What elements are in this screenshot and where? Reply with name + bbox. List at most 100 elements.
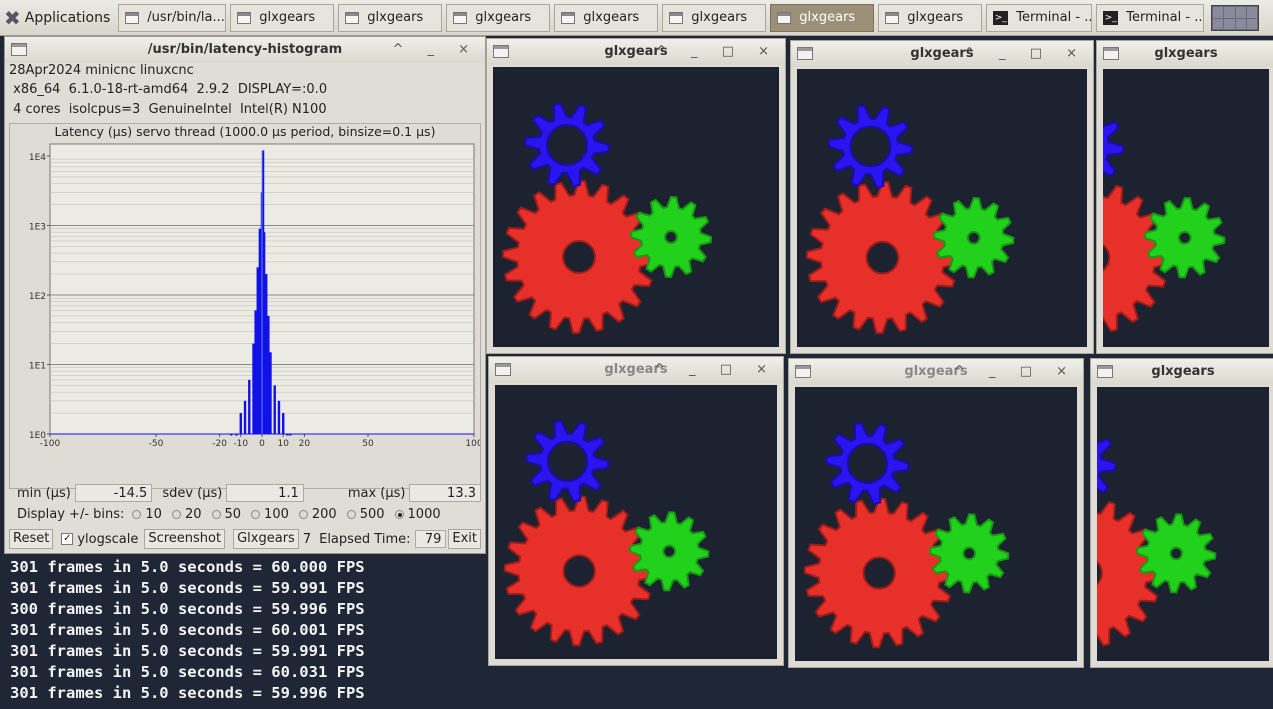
window-icon bbox=[669, 11, 684, 24]
glxgears-canvas bbox=[1097, 387, 1269, 661]
terminal-output: 301 frames in 5.0 seconds = 60.000 FPS 30… bbox=[10, 557, 365, 704]
terminal-icon: >_ bbox=[993, 10, 1009, 25]
histogram-bar bbox=[277, 400, 281, 434]
window-controls[interactable]: ^ _ × bbox=[392, 37, 479, 63]
exit-button[interactable]: Exit bbox=[448, 529, 481, 549]
ylogscale-label: ylogscale bbox=[77, 531, 139, 547]
glxgears-canvas bbox=[797, 69, 1087, 347]
applications-menu-button[interactable]: ✖ Applications bbox=[0, 3, 114, 33]
bins-option-20[interactable]: 20 bbox=[164, 507, 202, 522]
window-menu-icon[interactable] bbox=[797, 47, 813, 60]
taskbar-button-3[interactable]: glxgears bbox=[338, 3, 443, 32]
blue-gear bbox=[827, 104, 914, 189]
glxgears-titlebar[interactable]: glxgears ^ _ □ × bbox=[791, 41, 1093, 67]
latency-histogram-chart: 1E41E31E21E11E0-100-50-20-100102050100 bbox=[29, 143, 483, 449]
bins-option-500[interactable]: 500 bbox=[339, 507, 385, 522]
window-menu-icon[interactable] bbox=[1097, 365, 1113, 378]
bins-option-200[interactable]: 200 bbox=[291, 507, 337, 522]
taskbar-button-4[interactable]: glxgears bbox=[446, 3, 551, 32]
y-tick-label: 1E1 bbox=[29, 362, 46, 372]
screenshot-button[interactable]: Screenshot bbox=[144, 529, 226, 549]
elapsed-time-field: 79 bbox=[414, 530, 447, 548]
taskbar-button-5[interactable]: glxgears bbox=[554, 3, 659, 32]
system-kernel-info: x86_64 6.1.0-18-rt-amd64 2.9.2 DISPLAY=:… bbox=[9, 82, 328, 97]
glxgears-titlebar[interactable]: glxgears ^ _ □ × bbox=[489, 357, 783, 383]
x-tick-label: 0 bbox=[259, 439, 265, 449]
window-controls[interactable]: ^ _ □ × bbox=[964, 41, 1087, 67]
window-controls[interactable]: ^ _ □ × bbox=[656, 39, 779, 65]
window-menu-icon[interactable] bbox=[11, 43, 27, 56]
taskbar-button-10[interactable]: >_ Terminal - ... bbox=[1096, 3, 1205, 32]
histogram-plot-frame: Latency (µs) servo thread (1000.0 µs per… bbox=[9, 123, 483, 489]
taskbar-button-8[interactable]: glxgears bbox=[878, 3, 983, 32]
taskbar-button-6[interactable]: glxgears bbox=[662, 3, 767, 32]
radio-icon bbox=[211, 510, 221, 519]
window-icon bbox=[453, 11, 468, 24]
glxgears-button[interactable]: Glxgears bbox=[233, 529, 299, 549]
x-tick-label: -100 bbox=[40, 439, 61, 449]
window-menu-icon[interactable] bbox=[495, 363, 511, 376]
window-menu-icon[interactable] bbox=[1103, 47, 1119, 60]
window-menu-icon[interactable] bbox=[493, 45, 509, 58]
terminal-line: 300 frames in 5.0 seconds = 59.996 FPS bbox=[10, 600, 365, 618]
blue-gear bbox=[1097, 437, 1117, 494]
terminal-line: 301 frames in 5.0 seconds = 59.991 FPS bbox=[10, 642, 365, 660]
taskbar-button-label: Terminal - ... bbox=[1126, 10, 1205, 25]
x-tick-label: -10 bbox=[233, 439, 248, 449]
radio-icon bbox=[298, 510, 308, 519]
bins-option-100[interactable]: 100 bbox=[243, 507, 289, 522]
glxgears-titlebar[interactable]: glxgears bbox=[1097, 41, 1273, 67]
radio-icon bbox=[132, 510, 142, 519]
radio-icon bbox=[346, 510, 356, 519]
workspace-pager[interactable] bbox=[1211, 5, 1259, 31]
elapsed-time-label: Elapsed Time: bbox=[319, 531, 411, 547]
system-cpu-info: 4 cores isolcpus=3 GenuineIntel Intel(R)… bbox=[9, 102, 327, 117]
taskbar-button-9[interactable]: >_ Terminal - ... bbox=[986, 3, 1093, 32]
stats-row: min (µs) -14.5 sdev (µs) 1.1 max (µs) 13… bbox=[9, 484, 481, 502]
taskbar-button-7[interactable]: glxgears bbox=[770, 3, 875, 32]
y-tick-label: 1E2 bbox=[29, 292, 46, 302]
gears-render bbox=[1097, 437, 1217, 647]
histogram-bar bbox=[256, 267, 259, 434]
radio-icon bbox=[171, 510, 181, 519]
blue-gear bbox=[525, 419, 610, 504]
y-tick-label: 1E4 bbox=[29, 153, 46, 163]
glxgears-titlebar[interactable]: glxgears ^ _ □ × bbox=[487, 39, 785, 65]
min-label: min (µs) bbox=[17, 485, 71, 501]
taskbar-button-label: glxgears bbox=[691, 10, 748, 25]
glxgears-window-4: glxgears ^ _ □ × bbox=[488, 356, 784, 666]
histogram-titlebar[interactable]: /usr/bin/latency-histogram ^ _ × bbox=[5, 37, 485, 63]
histogram-bar bbox=[248, 379, 251, 434]
applications-label: Applications bbox=[24, 9, 111, 26]
glxgears-window-1: glxgears ^ _ □ × bbox=[486, 38, 786, 354]
blue-gear bbox=[523, 102, 611, 188]
bins-option-label: 50 bbox=[224, 507, 242, 522]
gears-render bbox=[805, 104, 1015, 335]
bins-option-50[interactable]: 50 bbox=[204, 507, 242, 522]
ylogscale-checkbox[interactable]: ✓ ylogscale bbox=[61, 532, 138, 547]
bins-option-label: 10 bbox=[145, 507, 162, 522]
window-controls[interactable]: ^ _ □ × bbox=[654, 357, 777, 383]
glxgears-canvas bbox=[795, 387, 1077, 661]
x-tick-label: 100 bbox=[465, 439, 480, 449]
glxgears-titlebar[interactable]: glxgears bbox=[1091, 359, 1273, 385]
histogram-bar bbox=[239, 413, 242, 434]
radio-icon bbox=[394, 510, 404, 519]
window-controls[interactable]: ^ _ □ × bbox=[954, 359, 1077, 385]
window-menu-icon[interactable] bbox=[795, 365, 811, 378]
taskbar-button-1[interactable]: /usr/bin/la... bbox=[118, 3, 227, 32]
x-tick-label: 10 bbox=[277, 439, 289, 449]
reset-button[interactable]: Reset bbox=[9, 529, 54, 549]
blue-gear bbox=[825, 421, 910, 506]
glxgears-window-2: glxgears ^ _ □ × bbox=[790, 40, 1094, 354]
bins-option-10[interactable]: 10 bbox=[124, 507, 162, 522]
bins-option-1000[interactable]: 1000 bbox=[387, 507, 441, 522]
window-icon bbox=[345, 11, 360, 24]
glxgears-titlebar[interactable]: glxgears ^ _ □ × bbox=[789, 359, 1083, 385]
taskbar-button-label: /usr/bin/la... bbox=[147, 10, 225, 25]
window-icon bbox=[237, 11, 252, 24]
taskbar-button-2[interactable]: glxgears bbox=[230, 3, 335, 32]
bins-option-label: 1000 bbox=[407, 507, 441, 522]
taskbar: ✖ Applications /usr/bin/la... glxgears glx… bbox=[0, 0, 1273, 36]
histogram-bar bbox=[269, 352, 272, 434]
